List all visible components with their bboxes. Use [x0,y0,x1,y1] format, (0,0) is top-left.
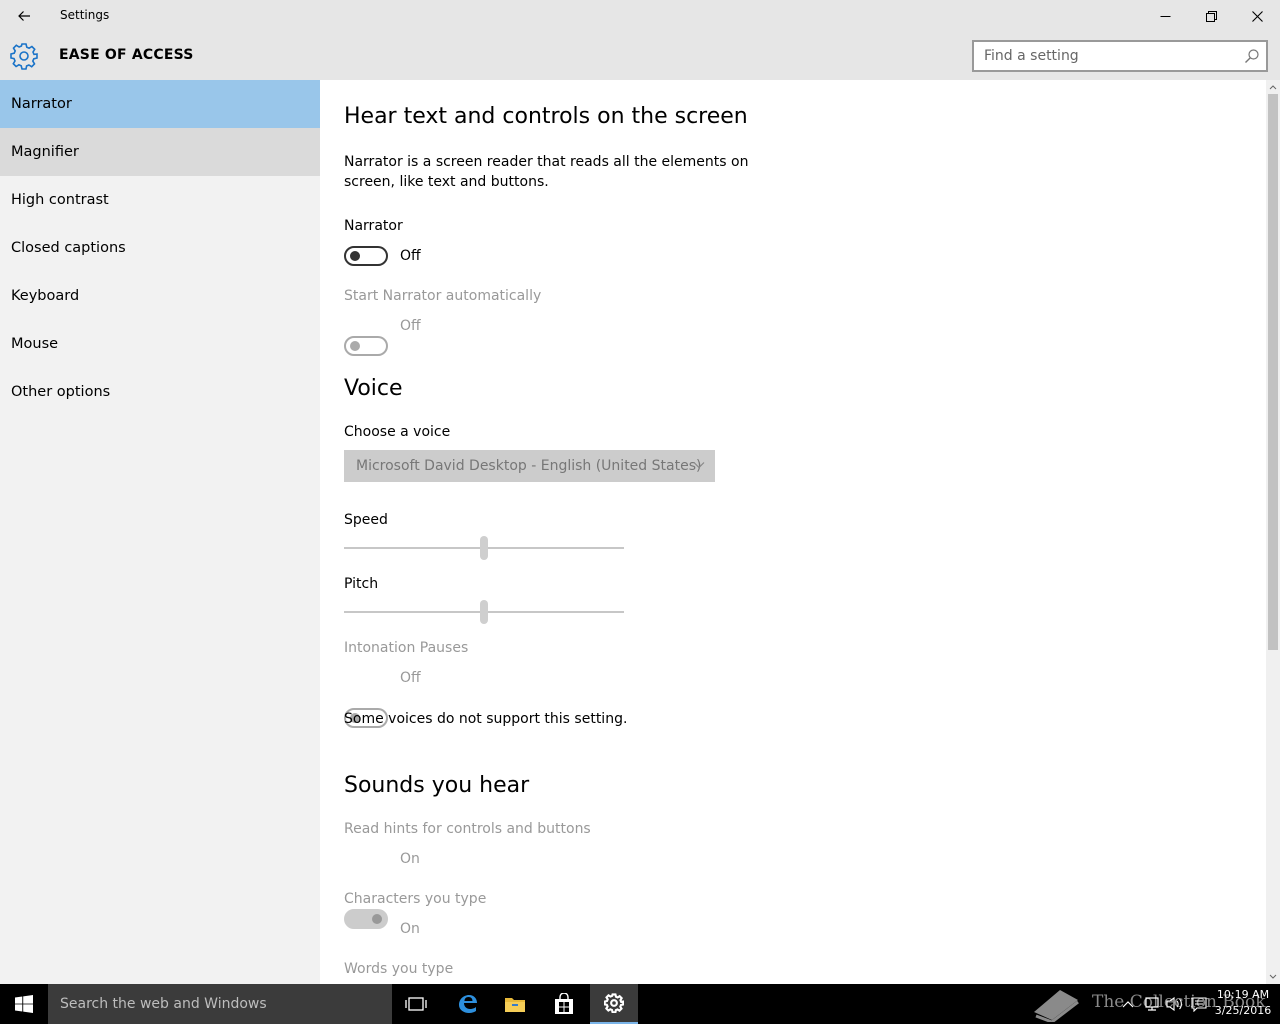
narrator-toggle[interactable] [344,246,388,266]
file-explorer-button[interactable] [491,984,539,1024]
volume-button[interactable] [1165,994,1185,1014]
show-hidden-icons-button[interactable] [1118,994,1138,1014]
title-bar: Settings [0,0,1280,32]
edge-button[interactable] [443,984,491,1024]
voice-support-note: Some voices do not support this setting. [344,711,628,727]
scroll-up-button[interactable] [1266,80,1280,94]
gear-icon [604,993,624,1013]
start-narrator-toggle[interactable] [344,336,388,356]
back-arrow-icon [18,11,30,21]
store-button[interactable] [540,984,588,1024]
start-button[interactable] [0,984,48,1024]
voice-dropdown[interactable]: Microsoft David Desktop - English (Unite… [344,450,715,482]
toggle-knob [350,341,360,351]
search-icon[interactable] [1244,48,1260,64]
choose-voice-label: Choose a voice [344,424,451,440]
taskbar: Search the web and Windows The Collectio… [0,984,1280,1024]
speaker-icon [1166,996,1182,1012]
section-title: EASE OF ACCESS [59,47,194,63]
restore-icon [1205,10,1217,22]
characters-label: Characters you type [344,891,487,907]
pitch-slider-thumb[interactable] [480,600,488,624]
speed-slider-thumb[interactable] [480,536,488,560]
windows-logo-icon [15,995,33,1013]
minimize-button[interactable] [1142,0,1188,32]
edge-icon [459,995,477,1013]
words-label: Words you type [344,961,454,977]
toggle-knob [372,914,382,924]
sidebar-nav: Narrator Magnifier High contrast Closed … [0,80,320,984]
intonation-label: Intonation Pauses [344,640,469,656]
chevron-up-icon [1122,1001,1134,1008]
pitch-label: Pitch [344,576,379,592]
speed-label: Speed [344,512,388,528]
start-narrator-label: Start Narrator automatically [344,288,542,304]
restore-button[interactable] [1188,0,1234,32]
minimize-icon [1160,15,1170,17]
search-input[interactable] [974,42,1236,70]
back-button[interactable] [0,0,48,32]
book-icon [1034,990,1079,1022]
network-button[interactable] [1142,994,1162,1014]
action-center-button[interactable] [1189,994,1209,1014]
narrator-description: Narrator is a screen reader that reads a… [344,154,749,190]
chevron-down-icon [1269,974,1277,979]
read-hints-toggle-state: On [400,851,420,867]
content-scrollbar[interactable] [1266,80,1280,984]
page-title: Hear text and controls on the screen [344,104,748,129]
folder-icon [505,998,525,1012]
sidebar-item-other-options[interactable]: Other options [0,368,320,416]
narrator-toggle-state: Off [400,248,421,264]
intonation-toggle-state: Off [400,670,421,686]
toggle-knob [350,251,360,261]
voice-heading: Voice [344,376,403,401]
task-view-button[interactable] [392,984,440,1024]
sidebar-item-mouse[interactable]: Mouse [0,320,320,368]
window-title: Settings [60,8,110,22]
gear-icon [10,43,38,70]
chevron-down-icon [693,462,705,469]
taskbar-clock[interactable]: 10:19 AM 3/25/2016 [1212,987,1274,1019]
taskbar-search-text: Search the web and Windows [60,996,267,1012]
taskbar-search[interactable]: Search the web and Windows [48,984,392,1024]
sidebar-item-keyboard[interactable]: Keyboard [0,272,320,320]
read-hints-toggle[interactable] [344,909,388,929]
chevron-up-icon [1269,85,1277,90]
narrator-label: Narrator [344,218,403,234]
start-narrator-toggle-state: Off [400,318,421,334]
sidebar-item-narrator[interactable]: Narrator [0,80,320,128]
settings-header: EASE OF ACCESS [0,32,1280,80]
scroll-down-button[interactable] [1266,970,1280,984]
task-view-icon [405,997,427,1011]
settings-content: Hear text and controls on the screen Nar… [320,80,1266,984]
clock-time: 10:19 AM [1216,988,1270,1001]
read-hints-label: Read hints for controls and buttons [344,821,591,837]
sounds-heading: Sounds you hear [344,773,530,798]
message-icon [1191,997,1207,1012]
clock-date: 3/25/2016 [1214,1004,1272,1017]
search-box[interactable] [972,40,1268,72]
network-icon [1145,997,1159,1011]
close-icon [1251,10,1263,22]
store-icon [555,993,573,1014]
sidebar-item-closed-captions[interactable]: Closed captions [0,224,320,272]
sidebar-item-magnifier[interactable]: Magnifier [0,128,320,176]
settings-taskbar-button[interactable] [590,984,638,1024]
sidebar-item-high-contrast[interactable]: High contrast [0,176,320,224]
close-button[interactable] [1234,0,1280,32]
scroll-thumb[interactable] [1268,94,1278,650]
characters-toggle-state: On [400,921,420,937]
voice-dropdown-value: Microsoft David Desktop - English (Unite… [356,458,702,474]
